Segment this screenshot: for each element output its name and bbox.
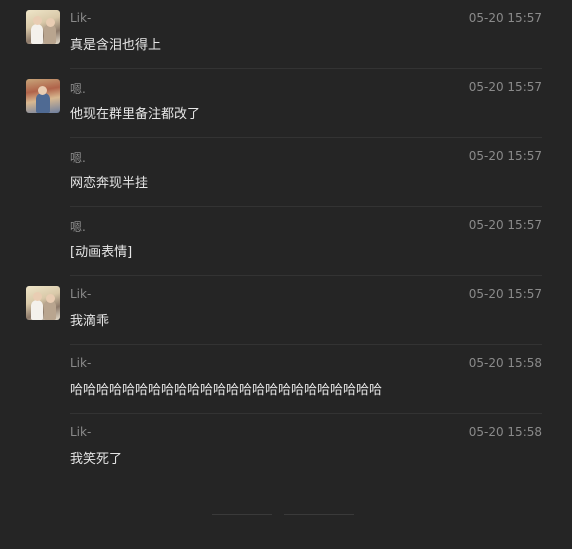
sender-name[interactable]: Lik-: [70, 356, 91, 370]
message-time: 05-20 15:57: [468, 11, 542, 25]
message-row[interactable]: 嗯. 05-20 15:57 他现在群里备注都改了: [0, 69, 572, 138]
message-row[interactable]: Lik- 05-20 15:58 我笑死了: [0, 414, 572, 483]
avatar-figure: [31, 24, 43, 44]
avatar-figure: [44, 24, 56, 44]
avatar-head: [46, 294, 55, 303]
message-text[interactable]: 真是含泪也得上: [70, 34, 161, 53]
sender-name[interactable]: Lik-: [70, 287, 91, 301]
message-text[interactable]: 我滴乖: [70, 310, 109, 329]
message-time: 05-20 15:57: [468, 287, 542, 301]
avatar[interactable]: [26, 286, 60, 320]
avatar-head: [33, 292, 42, 301]
message-text[interactable]: 他现在群里备注都改了: [70, 103, 200, 122]
sender-name[interactable]: Lik-: [70, 11, 91, 25]
message-text[interactable]: 网恋奔现半挂: [70, 172, 148, 191]
message-row[interactable]: 嗯. 05-20 15:57 网恋奔现半挂: [0, 138, 572, 207]
message-time: 05-20 15:57: [468, 149, 542, 163]
sender-name[interactable]: Lik-: [70, 425, 91, 439]
avatar-head: [38, 86, 47, 95]
message-time: 05-20 15:57: [468, 218, 542, 232]
message-row[interactable]: Lik- 05-20 15:58 哈哈哈哈哈哈哈哈哈哈哈哈哈哈哈哈哈哈哈哈哈哈哈…: [0, 345, 572, 414]
chat-message-list: Lik- 05-20 15:57 真是含泪也得上 嗯. 05-20 15:57 …: [0, 0, 572, 483]
avatar-figure: [44, 300, 56, 320]
message-row[interactable]: 嗯. 05-20 15:57 [动画表情]: [0, 207, 572, 276]
message-text[interactable]: 哈哈哈哈哈哈哈哈哈哈哈哈哈哈哈哈哈哈哈哈哈哈哈哈: [70, 379, 382, 398]
sender-name[interactable]: 嗯.: [70, 149, 86, 166]
message-row[interactable]: Lik- 05-20 15:57 我滴乖: [0, 276, 572, 345]
avatar-figure: [31, 300, 43, 320]
avatar[interactable]: [26, 10, 60, 44]
message-text[interactable]: 我笑死了: [70, 448, 122, 467]
scroll-indicator: [284, 514, 354, 515]
sender-name[interactable]: 嗯.: [70, 218, 86, 235]
message-time: 05-20 15:58: [468, 356, 542, 370]
avatar-figure: [36, 93, 50, 113]
avatar-head: [33, 16, 42, 25]
message-time: 05-20 15:57: [468, 80, 542, 94]
avatar-head: [46, 18, 55, 27]
message-row[interactable]: Lik- 05-20 15:57 真是含泪也得上: [0, 0, 572, 69]
sender-name[interactable]: 嗯.: [70, 80, 86, 97]
message-time: 05-20 15:58: [468, 425, 542, 439]
avatar[interactable]: [26, 79, 60, 113]
message-text[interactable]: [动画表情]: [70, 241, 132, 260]
scroll-indicator: [212, 514, 272, 515]
